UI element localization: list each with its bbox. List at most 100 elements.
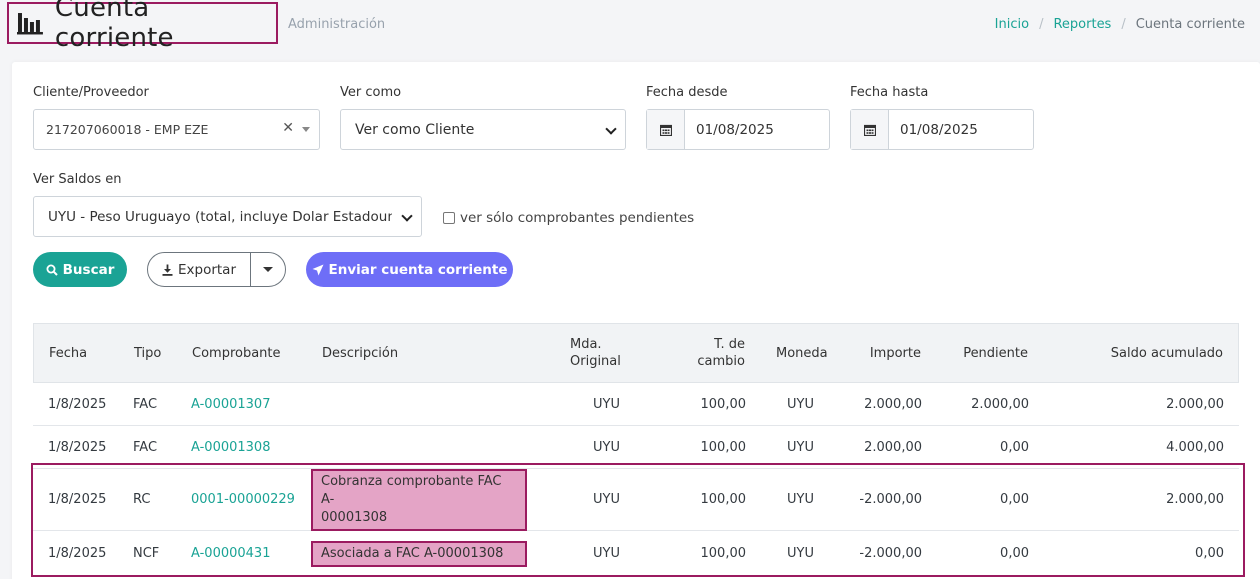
cell-tipo: RC bbox=[133, 492, 151, 507]
th-fecha[interactable]: Fecha bbox=[49, 324, 87, 382]
enviar-cuenta-corriente-button[interactable]: Enviar cuenta corriente bbox=[306, 252, 513, 287]
cell-tipo-cambio: 100,00 bbox=[700, 439, 747, 455]
breadcrumb-current: Cuenta corriente bbox=[1135, 17, 1245, 32]
filters-card: Cliente/Proveedor 217207060018 - EMP EZE… bbox=[12, 62, 1260, 579]
buscar-label: Buscar bbox=[62, 261, 115, 278]
cell-tipo: NCF bbox=[133, 546, 160, 561]
th-pendiente[interactable]: Pendiente bbox=[963, 324, 1028, 382]
th-tipo[interactable]: Tipo bbox=[134, 324, 161, 382]
cuenta-corriente-table: Fecha Tipo Comprobante Descripción Mda. … bbox=[33, 323, 1239, 576]
cell-moneda: UYU bbox=[787, 439, 814, 455]
table-header-row: Fecha Tipo Comprobante Descripción Mda. … bbox=[33, 323, 1239, 383]
page-title-highlight: Cuenta corriente bbox=[7, 0, 278, 53]
breadcrumb-separator: / bbox=[1121, 17, 1126, 32]
cell-importe: 2.000,00 bbox=[864, 396, 922, 412]
exportar-button-group[interactable]: Exportar bbox=[147, 252, 286, 287]
pendientes-checkbox[interactable]: ver sólo comprobantes pendientes bbox=[443, 210, 694, 226]
checkbox-box[interactable] bbox=[443, 212, 455, 224]
cell-importe: 2.000,00 bbox=[864, 439, 922, 455]
enviar-label: Enviar cuenta corriente bbox=[328, 261, 508, 278]
cell-importe: -2.000,00 bbox=[859, 546, 922, 561]
saldos-select[interactable]: UYU - Peso Uruguayo (total, incluye Dola… bbox=[33, 196, 422, 237]
caret-down-icon bbox=[263, 267, 273, 272]
cell-descripcion: Asociada a FAC A-00001308 bbox=[311, 531, 527, 576]
buscar-button[interactable]: Buscar bbox=[33, 252, 127, 287]
th-comprobante[interactable]: Comprobante bbox=[192, 324, 281, 382]
descripcion-highlight: Asociada a FAC A-00001308 bbox=[311, 540, 527, 567]
cell-moneda: UYU bbox=[787, 546, 814, 561]
breadcrumb-reportes[interactable]: Reportes bbox=[1053, 17, 1111, 32]
cell-fecha: 1/8/2025 bbox=[48, 396, 107, 412]
fecha-desde-input[interactable]: 01/08/2025 bbox=[685, 122, 774, 138]
cell-mda-original: UYU bbox=[593, 492, 620, 507]
cell-fecha: 1/8/2025 bbox=[48, 439, 107, 455]
cell-importe: -2.000,00 bbox=[859, 492, 922, 507]
th-tc-line2: cambio bbox=[697, 354, 745, 369]
fecha-hasta-field[interactable]: 01/08/2025 bbox=[850, 109, 1034, 150]
cell-saldo: 2.000,00 bbox=[1166, 492, 1224, 507]
cell-moneda: UYU bbox=[787, 492, 814, 507]
caret-down-icon[interactable] bbox=[302, 127, 310, 132]
cell-moneda: UYU bbox=[787, 396, 814, 412]
saldos-label: Ver Saldos en bbox=[33, 172, 122, 187]
page-title: Cuenta corriente bbox=[54, 0, 174, 53]
th-saldo-acumulado[interactable]: Saldo acumulado bbox=[1111, 324, 1223, 382]
th-mda-line1: Mda. bbox=[570, 337, 602, 352]
bar-chart-icon bbox=[17, 13, 43, 35]
fecha-desde-field[interactable]: 01/08/2025 bbox=[646, 109, 830, 150]
cell-tipo-cambio: 100,00 bbox=[700, 396, 747, 412]
descripcion-line1: Cobranza comprobante FAC A- bbox=[321, 473, 502, 507]
th-tipo-cambio[interactable]: T. de cambio bbox=[697, 324, 745, 382]
th-importe[interactable]: Importe bbox=[870, 324, 921, 382]
breadcrumb-inicio[interactable]: Inicio bbox=[995, 17, 1029, 32]
cell-saldo: 0,00 bbox=[1195, 546, 1224, 561]
fecha-hasta-label: Fecha hasta bbox=[850, 85, 929, 100]
th-mda-line2: Original bbox=[570, 354, 621, 369]
cell-descripcion: Cobranza comprobante FAC A- 00001308 bbox=[311, 468, 527, 531]
table-row: 1/8/2025 NCF A-00000431 Asociada a FAC A… bbox=[33, 531, 1239, 576]
chevron-down-icon bbox=[605, 123, 617, 135]
comprobante-link[interactable]: 0001-00000229 bbox=[191, 469, 295, 530]
pendientes-label: ver sólo comprobantes pendientes bbox=[460, 210, 695, 226]
cell-pendiente: 0,00 bbox=[1000, 492, 1029, 507]
comprobante-link[interactable]: A-00001308 bbox=[191, 426, 270, 468]
comprobante-link[interactable]: A-00001307 bbox=[191, 383, 270, 425]
cell-pendiente: 0,00 bbox=[1000, 546, 1029, 561]
th-mda-original[interactable]: Mda. Original bbox=[570, 324, 621, 382]
fecha-desde-label: Fecha desde bbox=[646, 85, 728, 100]
ver-como-label: Ver como bbox=[340, 85, 402, 100]
client-select[interactable]: 217207060018 - EMP EZE ✕ bbox=[33, 109, 320, 150]
cell-pendiente: 2.000,00 bbox=[971, 396, 1029, 412]
cell-saldo: 4.000,00 bbox=[1166, 439, 1224, 455]
calendar-icon[interactable] bbox=[851, 110, 889, 149]
descripcion-line2: 00001308 bbox=[321, 509, 388, 525]
saldos-value: UYU - Peso Uruguayo (total, incluye Dola… bbox=[48, 208, 392, 225]
comprobante-link[interactable]: A-00000431 bbox=[191, 531, 270, 576]
ver-como-select[interactable]: Ver como Cliente bbox=[340, 109, 626, 150]
client-label: Cliente/Proveedor bbox=[33, 85, 149, 100]
breadcrumb-separator: / bbox=[1039, 17, 1044, 32]
ver-como-value: Ver como Cliente bbox=[355, 121, 475, 138]
exportar-label: Exportar bbox=[177, 261, 236, 278]
th-tc-line1: T. de bbox=[714, 337, 745, 352]
cell-saldo: 2.000,00 bbox=[1166, 396, 1224, 412]
download-icon bbox=[162, 264, 173, 276]
clear-icon[interactable]: ✕ bbox=[282, 120, 294, 136]
exportar-dropdown-toggle[interactable] bbox=[251, 253, 285, 286]
chevron-down-icon bbox=[401, 210, 413, 222]
cell-mda-original: UYU bbox=[593, 546, 620, 561]
cell-mda-original: UYU bbox=[593, 439, 620, 455]
cell-tipo: FAC bbox=[133, 396, 158, 412]
calendar-icon[interactable] bbox=[647, 110, 685, 149]
page-subtitle: Administración bbox=[288, 17, 386, 32]
table-row: 1/8/2025 RC 0001-00000229 Cobranza compr… bbox=[33, 468, 1239, 531]
cell-fecha: 1/8/2025 bbox=[48, 546, 107, 561]
cell-pendiente: 0,00 bbox=[1000, 439, 1029, 455]
cell-mda-original: UYU bbox=[593, 396, 620, 412]
cell-tipo-cambio: 100,00 bbox=[700, 492, 747, 507]
th-moneda[interactable]: Moneda bbox=[776, 324, 828, 382]
fecha-hasta-input[interactable]: 01/08/2025 bbox=[889, 122, 978, 138]
th-descripcion[interactable]: Descripción bbox=[322, 324, 398, 382]
exportar-button[interactable]: Exportar bbox=[148, 253, 251, 286]
client-select-value: 217207060018 - EMP EZE bbox=[46, 122, 209, 137]
